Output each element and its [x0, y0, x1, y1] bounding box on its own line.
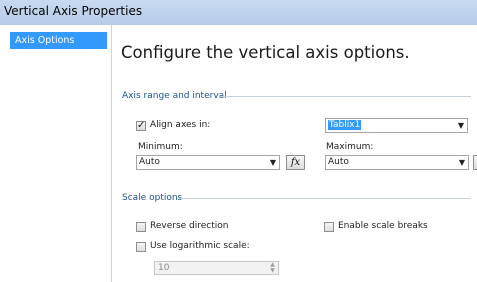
minimum-label: Minimum:: [138, 142, 183, 152]
maximum-value: Auto: [328, 157, 349, 167]
sidebar-item-axis-options[interactable]: Axis Options: [10, 32, 107, 49]
minimum-dropdown[interactable]: Auto ▼: [136, 155, 280, 170]
main-panel: Configure the vertical axis options. Axi…: [112, 25, 477, 282]
enable-scale-breaks-checkbox[interactable]: [324, 222, 334, 232]
reverse-direction-checkbox[interactable]: [136, 222, 146, 232]
section-divider: [179, 198, 471, 199]
maximum-dropdown[interactable]: Auto ▼: [325, 155, 469, 170]
chevron-down-icon[interactable]: ▼: [459, 156, 465, 169]
log-base-value: 10: [158, 263, 170, 273]
fx-icon: fx: [290, 157, 301, 168]
maximum-expression-button[interactable]: [473, 155, 477, 170]
enable-scale-breaks-label: Enable scale breaks: [338, 221, 428, 231]
minimum-value: Auto: [139, 157, 160, 167]
align-axes-checkbox[interactable]: ✓: [136, 120, 146, 131]
chevron-down-icon[interactable]: ▼: [458, 119, 464, 132]
log-scale-label: Use logarithmic scale:: [150, 241, 250, 251]
window-title: Vertical Axis Properties: [4, 4, 143, 18]
maximum-label: Maximum:: [326, 142, 374, 152]
sidebar: Axis Options: [0, 25, 112, 282]
minimum-expression-button[interactable]: fx: [286, 155, 305, 170]
chevron-down-icon[interactable]: ▼: [270, 156, 276, 169]
section-divider: [219, 96, 471, 97]
log-scale-checkbox[interactable]: [136, 242, 146, 252]
reverse-direction-label: Reverse direction: [150, 221, 229, 231]
title-bar: Vertical Axis Properties: [0, 0, 477, 26]
section-scale-title: Scale options: [122, 193, 183, 203]
section-axis-range-title: Axis range and interval: [122, 91, 227, 101]
align-target-value: Tablix1: [328, 120, 362, 130]
checkmark-icon: ✓: [137, 120, 146, 131]
chevron-down-icon[interactable]: ▼: [268, 268, 277, 274]
page-title: Configure the vertical axis options.: [121, 43, 410, 62]
log-base-stepper[interactable]: 10 ▲ ▼: [154, 261, 279, 275]
align-axes-label: Align axes in:: [150, 120, 211, 130]
align-target-dropdown[interactable]: Tablix1 ▼: [325, 118, 468, 133]
